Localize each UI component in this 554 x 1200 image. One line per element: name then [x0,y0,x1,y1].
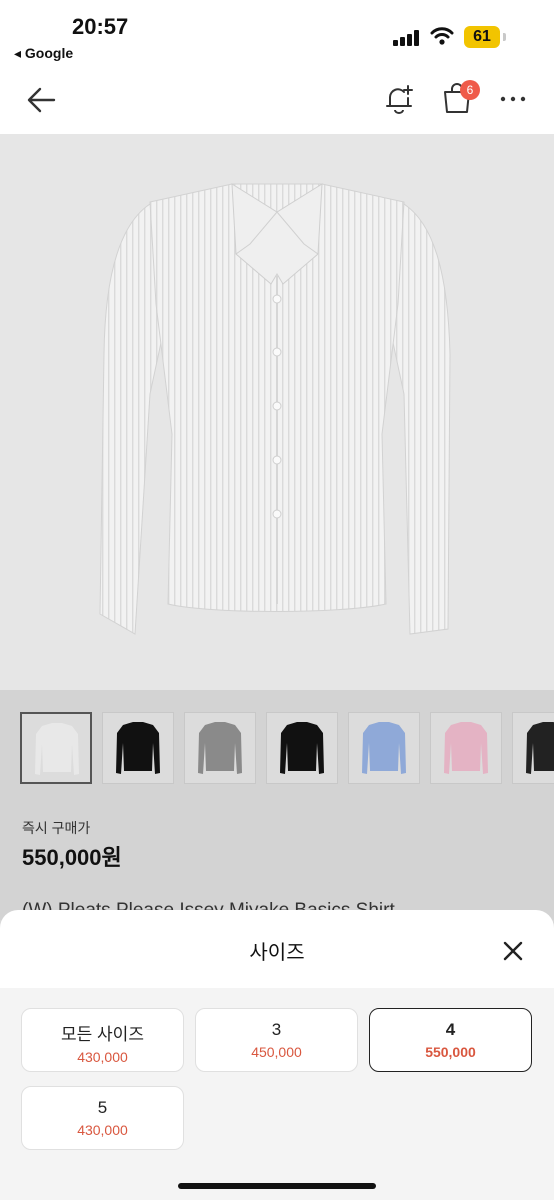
color-thumbnail[interactable] [266,712,338,784]
product-image[interactable] [0,134,554,690]
size-bottom-sheet: 사이즈 모든 사이즈 430,000 3 450,000 4 550,000 5… [0,910,554,1200]
size-option-label: 모든 사이즈 [61,1025,144,1044]
size-option-price: 450,000 [251,1044,302,1060]
size-option-3[interactable]: 3 450,000 [195,1008,358,1072]
thumbnail-shirt-image [198,722,242,774]
color-thumbnail[interactable] [348,712,420,784]
cellular-signal-icon [393,30,419,46]
sheet-title: 사이즈 [249,942,305,964]
color-thumbnail[interactable] [102,712,174,784]
close-icon[interactable] [498,936,528,966]
status-time: 20:57 [72,14,129,39]
more-options-icon[interactable] [498,84,528,114]
shirt-image [99,183,451,635]
thumbnail-shirt-image [35,723,79,775]
color-thumbnail-strip[interactable] [20,712,554,786]
size-option-price: 430,000 [77,1122,128,1138]
color-thumbnail[interactable] [184,712,256,784]
back-arrow-icon[interactable] [24,82,60,118]
size-option-all[interactable]: 모든 사이즈 430,000 [21,1008,184,1072]
instant-price-label: 즉시 구매가 [22,820,91,836]
instant-price: 550,000원 [22,845,122,870]
status-bar: 20:57 ◂ Google 61 [0,0,554,70]
size-option-price: 550,000 [425,1044,476,1060]
size-option-5[interactable]: 5 430,000 [21,1086,184,1150]
thumbnail-shirt-image [526,722,554,774]
thumbnail-shirt-image [444,722,488,774]
color-thumbnail[interactable] [20,712,92,784]
wifi-icon [430,27,454,45]
color-thumbnail[interactable] [430,712,502,784]
app-header: 6 [0,70,554,134]
product-info: 즉시 구매가 550,000원 (W) Pleats Please Issey … [0,690,554,921]
size-option-label: 5 [97,1098,108,1117]
size-options-grid: 모든 사이즈 430,000 3 450,000 4 550,000 5 430… [0,988,554,1200]
size-option-label: 4 [445,1020,456,1039]
notification-bell-icon[interactable] [382,82,416,116]
cart-count-badge: 6 [460,80,480,100]
thumbnail-shirt-image [280,722,324,774]
size-option-label: 3 [271,1020,282,1039]
battery-level: 61 [464,26,500,48]
battery-icon: 61 [464,26,506,48]
home-indicator[interactable] [178,1183,376,1189]
thumbnail-shirt-image [362,722,406,774]
color-thumbnail[interactable] [512,712,554,784]
thumbnail-shirt-image [116,722,160,774]
back-to-app-link[interactable]: ◂ Google [14,45,73,62]
size-option-price: 430,000 [77,1049,128,1065]
size-option-4[interactable]: 4 550,000 [369,1008,532,1072]
